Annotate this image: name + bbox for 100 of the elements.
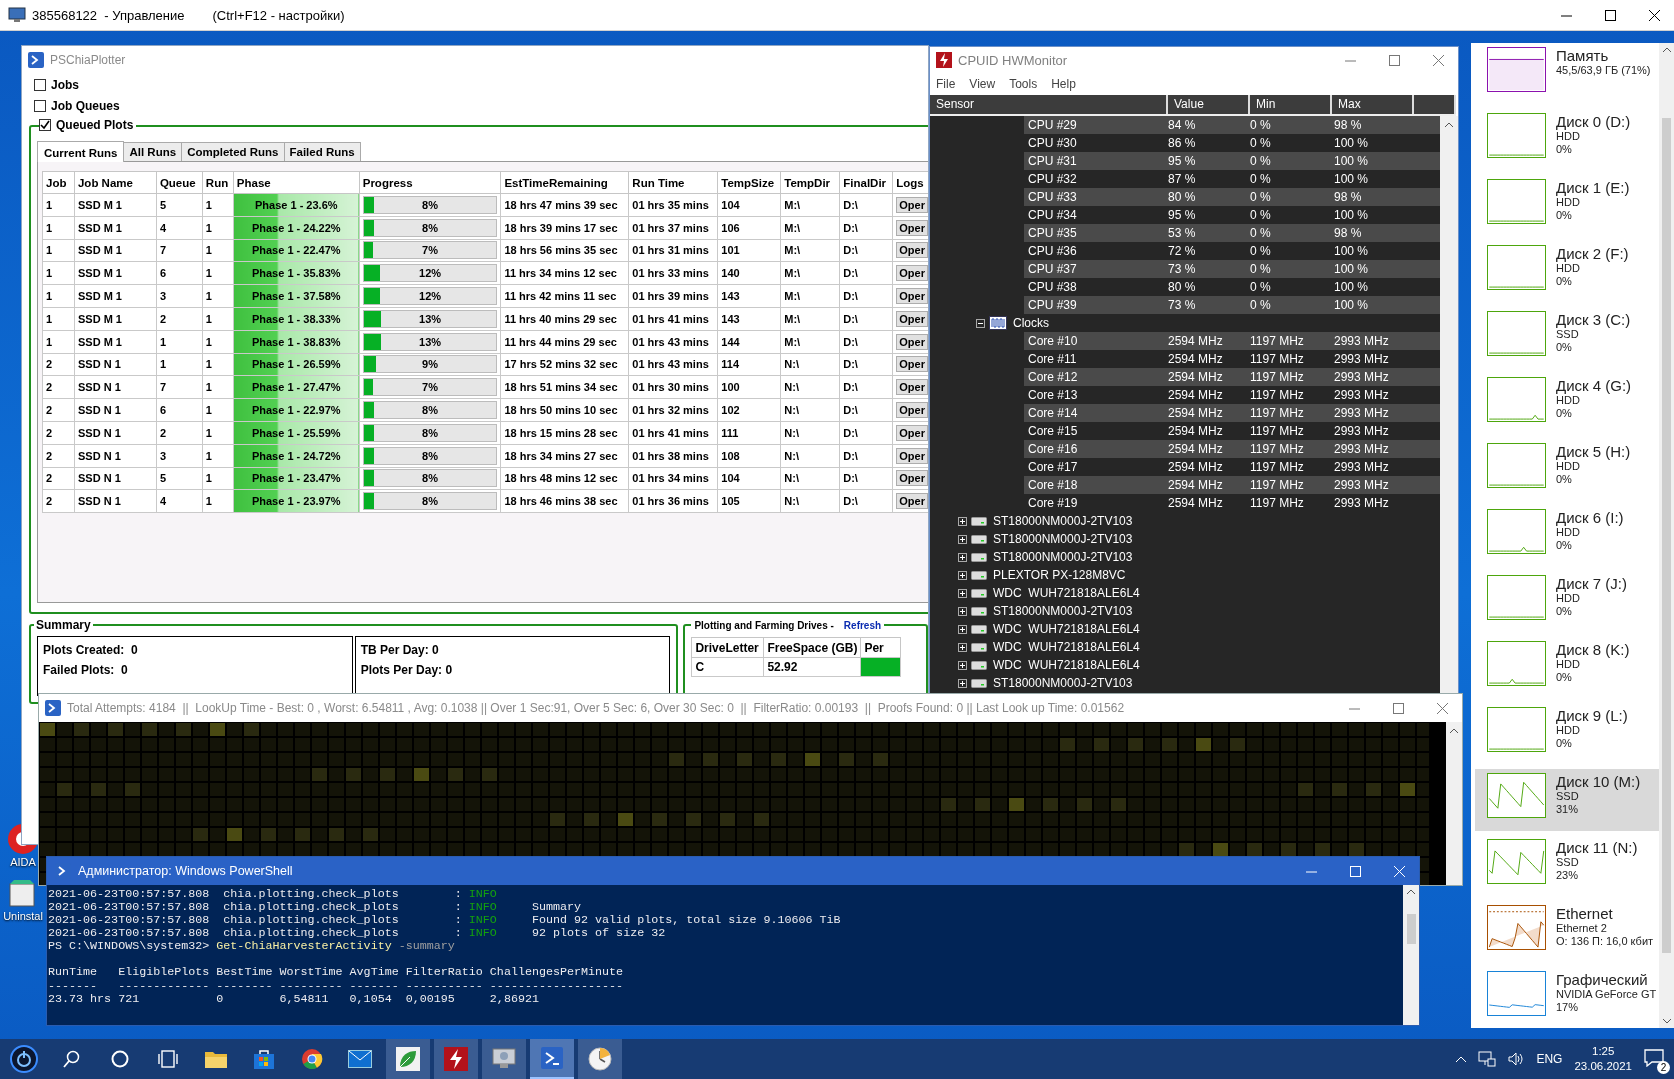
tree-label[interactable]: Clocks	[1013, 316, 1049, 330]
column-header[interactable]: TempDir	[780, 171, 840, 194]
column-header[interactable]: Job Name	[74, 171, 157, 194]
performance-item[interactable]: Диск 8 (K:) HDD 0%	[1475, 637, 1659, 699]
expand-icon[interactable]	[958, 678, 967, 688]
tab[interactable]: Failed Runs	[283, 142, 361, 161]
column-header[interactable]: Progress	[359, 171, 501, 194]
performance-item[interactable]: Диск 2 (F:) HDD 0%	[1475, 241, 1659, 303]
open-log-button[interactable]: Oper	[896, 219, 928, 236]
clock-time[interactable]: 1:25	[1592, 1044, 1615, 1059]
open-log-button[interactable]: Oper	[896, 356, 928, 373]
checkbox[interactable]	[39, 119, 51, 131]
column-header[interactable]: Sensor	[930, 95, 1168, 114]
scrollbar-thumb[interactable]	[1662, 118, 1671, 953]
tree-label[interactable]: PLEXTOR PX-128M8VC	[993, 568, 1126, 582]
performance-item[interactable]: Диск 4 (G:) HDD 0%	[1475, 373, 1659, 435]
open-log-button[interactable]: Oper	[896, 242, 928, 259]
search-icon[interactable]	[63, 1050, 81, 1068]
column-header[interactable]: TempSize	[717, 171, 781, 194]
tree-label[interactable]: ST18000NM000J-2TV103	[993, 604, 1133, 618]
performance-item[interactable]: Диск 1 (E:) HDD 0%	[1475, 175, 1659, 237]
menu-item[interactable]: Help	[1051, 77, 1076, 91]
open-log-button[interactable]: Oper	[896, 493, 928, 510]
performance-item[interactable]: Ethernet Ethernet 2 О: 136 П: 16,0 кбит	[1475, 901, 1659, 963]
tree-label[interactable]: ST18000NM000J-2TV103	[993, 676, 1133, 690]
scrollbar[interactable]	[1403, 885, 1419, 1025]
close-icon[interactable]	[1649, 9, 1660, 21]
envelope-icon[interactable]	[348, 1050, 372, 1068]
collapse-icon[interactable]	[976, 318, 985, 328]
clock-date[interactable]: 23.06.2021	[1574, 1059, 1632, 1074]
scrollbar[interactable]	[1659, 43, 1674, 1028]
column-header[interactable]: Logs	[892, 171, 928, 194]
performance-item[interactable]: Диск 0 (D:) HDD 0%	[1475, 109, 1659, 171]
performance-item[interactable]: Память 45,5/63,9 ГБ (71%)	[1475, 43, 1659, 105]
column-header[interactable]: EstTimeRemaining	[500, 171, 629, 194]
scroll-up-icon[interactable]	[1662, 47, 1671, 52]
open-log-button[interactable]: Oper	[896, 288, 928, 305]
tab[interactable]: Completed Runs	[181, 142, 285, 161]
expand-icon[interactable]	[958, 516, 967, 526]
column-header[interactable]: Max	[1332, 95, 1414, 114]
desktop-icon-label[interactable]: AIDA	[10, 856, 36, 868]
maximize-icon[interactable]	[1605, 9, 1616, 21]
tree-label[interactable]: WDC WUH721818ALE6L4	[993, 622, 1140, 636]
performance-item[interactable]: Графический NVIDIA GeForce GT 17%	[1475, 967, 1659, 1028]
browser-icon[interactable]	[301, 1048, 323, 1070]
performance-item[interactable]: Диск 7 (J:) HDD 0%	[1475, 571, 1659, 633]
menu-item[interactable]: File	[936, 77, 956, 91]
expand-icon[interactable]	[958, 570, 967, 580]
taskbar-button[interactable]	[578, 1039, 622, 1079]
checkbox[interactable]	[34, 78, 46, 91]
column-header[interactable]: Job	[42, 171, 75, 194]
expand-icon[interactable]	[958, 660, 967, 670]
column-header[interactable]: FreeSpace (GB)	[763, 637, 861, 658]
column-header[interactable]: Value	[1168, 95, 1250, 114]
expand-icon[interactable]	[958, 606, 967, 616]
menu-item[interactable]: View	[969, 77, 996, 91]
performance-item[interactable]: Диск 5 (H:) HDD 0%	[1475, 439, 1659, 501]
tree-label[interactable]: ST18000NM000J-2TV103	[993, 514, 1133, 528]
speaker-icon[interactable]	[1508, 1052, 1525, 1066]
expand-icon[interactable]	[958, 534, 967, 544]
column-header[interactable]: FinalDir	[839, 171, 893, 194]
folder-icon[interactable]	[204, 1049, 228, 1069]
open-log-button[interactable]: Oper	[896, 196, 928, 213]
column-header[interactable]: Run Time	[628, 171, 718, 194]
start-icon[interactable]	[10, 1045, 38, 1073]
performance-item[interactable]: Диск 3 (C:) SSD 0%	[1475, 307, 1659, 369]
open-log-button[interactable]: Oper	[896, 265, 928, 282]
scroll-up-icon[interactable]	[1449, 728, 1459, 734]
open-log-button[interactable]: Oper	[896, 402, 928, 419]
expand-icon[interactable]	[958, 642, 967, 652]
tree-label[interactable]: WDC WUH721818ALE6L4	[993, 640, 1140, 654]
tab[interactable]: All Runs	[123, 142, 183, 161]
scrollbar-thumb[interactable]	[1406, 914, 1416, 944]
performance-item[interactable]: Диск 6 (I:) HDD 0%	[1475, 505, 1659, 567]
expand-icon[interactable]	[958, 552, 967, 562]
open-log-button[interactable]: Oper	[896, 424, 928, 441]
taskbar-button[interactable]	[482, 1039, 526, 1079]
column-header[interactable]: Run	[202, 171, 234, 194]
taskbar-button[interactable]	[386, 1039, 430, 1079]
expand-icon[interactable]	[958, 624, 967, 634]
column-header[interactable]: Min	[1250, 95, 1332, 114]
scroll-down-icon[interactable]	[1662, 1019, 1671, 1024]
taskbar-button[interactable]	[530, 1039, 574, 1079]
network-icon[interactable]	[1478, 1051, 1497, 1067]
open-log-button[interactable]: Oper	[896, 333, 928, 350]
checkbox[interactable]	[34, 99, 46, 112]
caret-icon[interactable]	[1456, 1056, 1467, 1062]
tree-label[interactable]: WDC WUH721818ALE6L4	[993, 658, 1140, 672]
performance-item[interactable]: Диск 9 (L:) HDD 0%	[1475, 703, 1659, 765]
tree-label[interactable]: ST18000NM000J-2TV103	[993, 550, 1133, 564]
scroll-up-icon[interactable]	[1444, 122, 1454, 128]
performance-item[interactable]: Диск 10 (M:) SSD 31%	[1475, 769, 1659, 831]
open-log-button[interactable]: Oper	[896, 310, 928, 327]
tree-label[interactable]: WDC WUH721818ALE6L4	[993, 586, 1140, 600]
task-view-icon[interactable]	[158, 1050, 178, 1068]
expand-icon[interactable]	[958, 588, 967, 598]
shopping-bag-icon[interactable]	[253, 1048, 275, 1070]
circle-icon[interactable]	[111, 1050, 129, 1068]
open-log-button[interactable]: Oper	[896, 447, 928, 464]
desktop-icon-label[interactable]: Uninstal	[3, 910, 43, 922]
